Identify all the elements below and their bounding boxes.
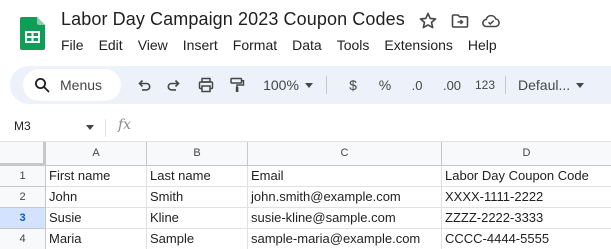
increase-decimal-button[interactable]: .00 [437,75,467,95]
fx-icon: fx [118,117,132,133]
menu-file[interactable]: File [61,37,84,57]
cloud-status-icon[interactable] [481,11,501,31]
column-header-d[interactable]: D [442,142,611,166]
percent-format-button[interactable]: % [375,75,395,95]
menu-extensions[interactable]: Extensions [384,37,452,57]
cell-d1[interactable]: Labor Day Coupon Code [442,166,611,187]
select-all-corner[interactable] [0,142,46,166]
row-header-1[interactable]: 1 [0,166,46,187]
cell-c1[interactable]: Email [248,166,442,187]
move-folder-icon[interactable] [450,11,470,31]
cell-b1[interactable]: Last name [147,166,248,187]
toolbar-divider [505,76,506,94]
cell-c4[interactable]: sample-maria@example.com [248,229,442,249]
menu-help[interactable]: Help [468,37,497,57]
percent-label: % [378,77,392,93]
formula-bar-divider [105,119,106,137]
menus-search[interactable]: Menus [23,69,121,101]
search-icon [35,78,50,93]
cell-b2[interactable]: Smith [147,187,248,208]
column-header-a[interactable]: A [46,142,147,166]
menu-tools[interactable]: Tools [337,37,370,57]
toolbar: Menus 100% $ % .0 .00 123 Defaul... [10,66,611,104]
spreadsheet-grid: A B C D 1 First name Last name Email Lab… [0,142,611,249]
font-family-select[interactable]: Defaul... [512,75,611,95]
chevron-down-icon [576,82,585,88]
menu-format[interactable]: Format [233,37,277,57]
decrease-decimal-button[interactable]: .0 [403,75,431,95]
paint-format-icon [230,77,245,92]
decrease-decimal-label: .0 [411,77,423,93]
paint-format-button[interactable] [227,75,247,95]
cell-c2[interactable]: john.smith@example.com [248,187,442,208]
name-box[interactable]: M3 [14,119,31,133]
row-header-4[interactable]: 4 [0,229,46,249]
redo-button[interactable] [164,75,184,95]
cell-d3[interactable]: ZZZZ-2222-3333 [442,208,611,229]
undo-icon [138,79,151,91]
column-header-c[interactable]: C [248,142,442,166]
menus-search-label: Menus [60,77,103,93]
document-title[interactable]: Labor Day Campaign 2023 Coupon Codes [61,9,405,30]
menu-data[interactable]: Data [292,37,322,57]
chevron-down-icon [304,82,313,88]
number-format-button[interactable]: 123 [472,75,498,95]
title-bar: Labor Day Campaign 2023 Coupon Codes Fil… [0,0,611,60]
cell-a1[interactable]: First name [46,166,147,187]
cell-c3[interactable]: susie-kline@sample.com [248,208,442,229]
font-family-value: Defaul... [518,77,571,93]
menu-view[interactable]: View [138,37,168,57]
row-header-2[interactable]: 2 [0,187,46,208]
zoom-value: 100% [263,77,299,93]
toolbar-divider [326,76,327,94]
star-icon[interactable] [418,11,438,31]
row-header-3[interactable]: 3 [0,208,46,229]
cell-a2[interactable]: John [46,187,147,208]
cell-d2[interactable]: XXXX-1111-2222 [442,187,611,208]
cell-a3[interactable]: Susie [46,208,147,229]
undo-button[interactable] [134,75,154,95]
cell-b4[interactable]: Sample [147,229,248,249]
cell-a4[interactable]: Maria [46,229,147,249]
formula-bar: M3 fx [0,112,611,142]
chevron-down-icon[interactable] [86,125,94,130]
cell-d4[interactable]: CCCC-4444-5555 [442,229,611,249]
increase-decimal-label: .00 [442,77,462,93]
menu-insert[interactable]: Insert [183,37,218,57]
zoom-select[interactable]: 100% [260,75,316,95]
cell-b3[interactable]: Kline [147,208,248,229]
menu-edit[interactable]: Edit [99,37,123,57]
menu-bar: File Edit View Insert Format Data Tools … [61,37,512,57]
redo-icon [167,79,180,91]
column-header-b[interactable]: B [147,142,248,166]
currency-format-button[interactable]: $ [343,75,363,95]
currency-label: $ [349,77,357,93]
print-icon [198,77,214,93]
print-button[interactable] [196,75,216,95]
number-format-label: 123 [474,78,496,92]
sheets-logo-icon[interactable] [20,17,45,50]
